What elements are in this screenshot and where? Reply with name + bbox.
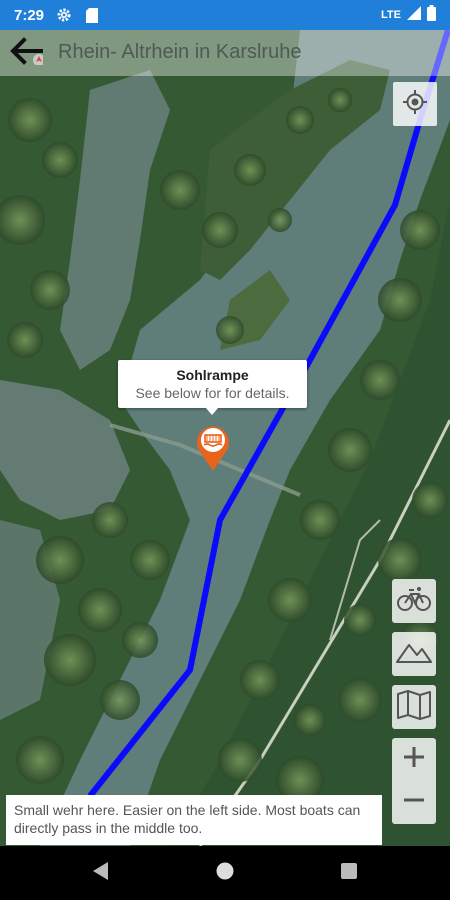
nav-recents-button[interactable] bbox=[330, 854, 368, 892]
navigation-bar bbox=[0, 846, 450, 900]
network-type: LTE bbox=[381, 9, 401, 21]
status-time: 7:29 bbox=[14, 6, 45, 24]
plus-icon bbox=[403, 746, 425, 773]
nav-home-button[interactable] bbox=[206, 854, 244, 892]
description-panel: Small wehr here. Easier on the left side… bbox=[6, 795, 382, 845]
poi-popup[interactable]: Sohlrampe See below for for details. bbox=[118, 360, 307, 408]
bicycle-button[interactable] bbox=[392, 579, 436, 623]
back-button[interactable] bbox=[6, 36, 46, 70]
page-title: Rhein- Altrhein in Karslruhe bbox=[58, 41, 302, 63]
zoom-in-button[interactable] bbox=[392, 738, 436, 781]
map-layers-button[interactable] bbox=[392, 685, 436, 729]
poi-marker[interactable] bbox=[194, 422, 232, 472]
mountain-icon bbox=[396, 641, 432, 668]
signal-icon bbox=[407, 5, 421, 25]
arrow-left-icon bbox=[9, 36, 45, 70]
bicycle-icon bbox=[397, 586, 431, 617]
nav-back-button[interactable] bbox=[81, 854, 119, 892]
minus-icon bbox=[403, 789, 425, 816]
my-location-button[interactable] bbox=[393, 82, 437, 126]
status-bar: 7:29 LTE bbox=[0, 0, 450, 30]
popup-title: Sohlrampe bbox=[176, 367, 249, 383]
gear-icon bbox=[56, 7, 72, 23]
status-right: LTE bbox=[381, 0, 436, 30]
zoom-out-button[interactable] bbox=[392, 781, 436, 824]
map-icon bbox=[397, 689, 431, 725]
popup-subtitle: See below for for details. bbox=[135, 385, 290, 401]
recents-square-icon bbox=[340, 862, 358, 885]
popup-tail bbox=[205, 407, 219, 415]
terrain-button[interactable] bbox=[392, 632, 436, 676]
back-triangle-icon bbox=[91, 861, 109, 886]
crosshair-icon bbox=[402, 89, 428, 120]
battery-icon bbox=[427, 4, 436, 26]
zoom-controls bbox=[392, 738, 436, 824]
weir-icon bbox=[194, 426, 232, 476]
home-circle-icon bbox=[215, 861, 235, 886]
sd-card-icon bbox=[84, 7, 100, 23]
